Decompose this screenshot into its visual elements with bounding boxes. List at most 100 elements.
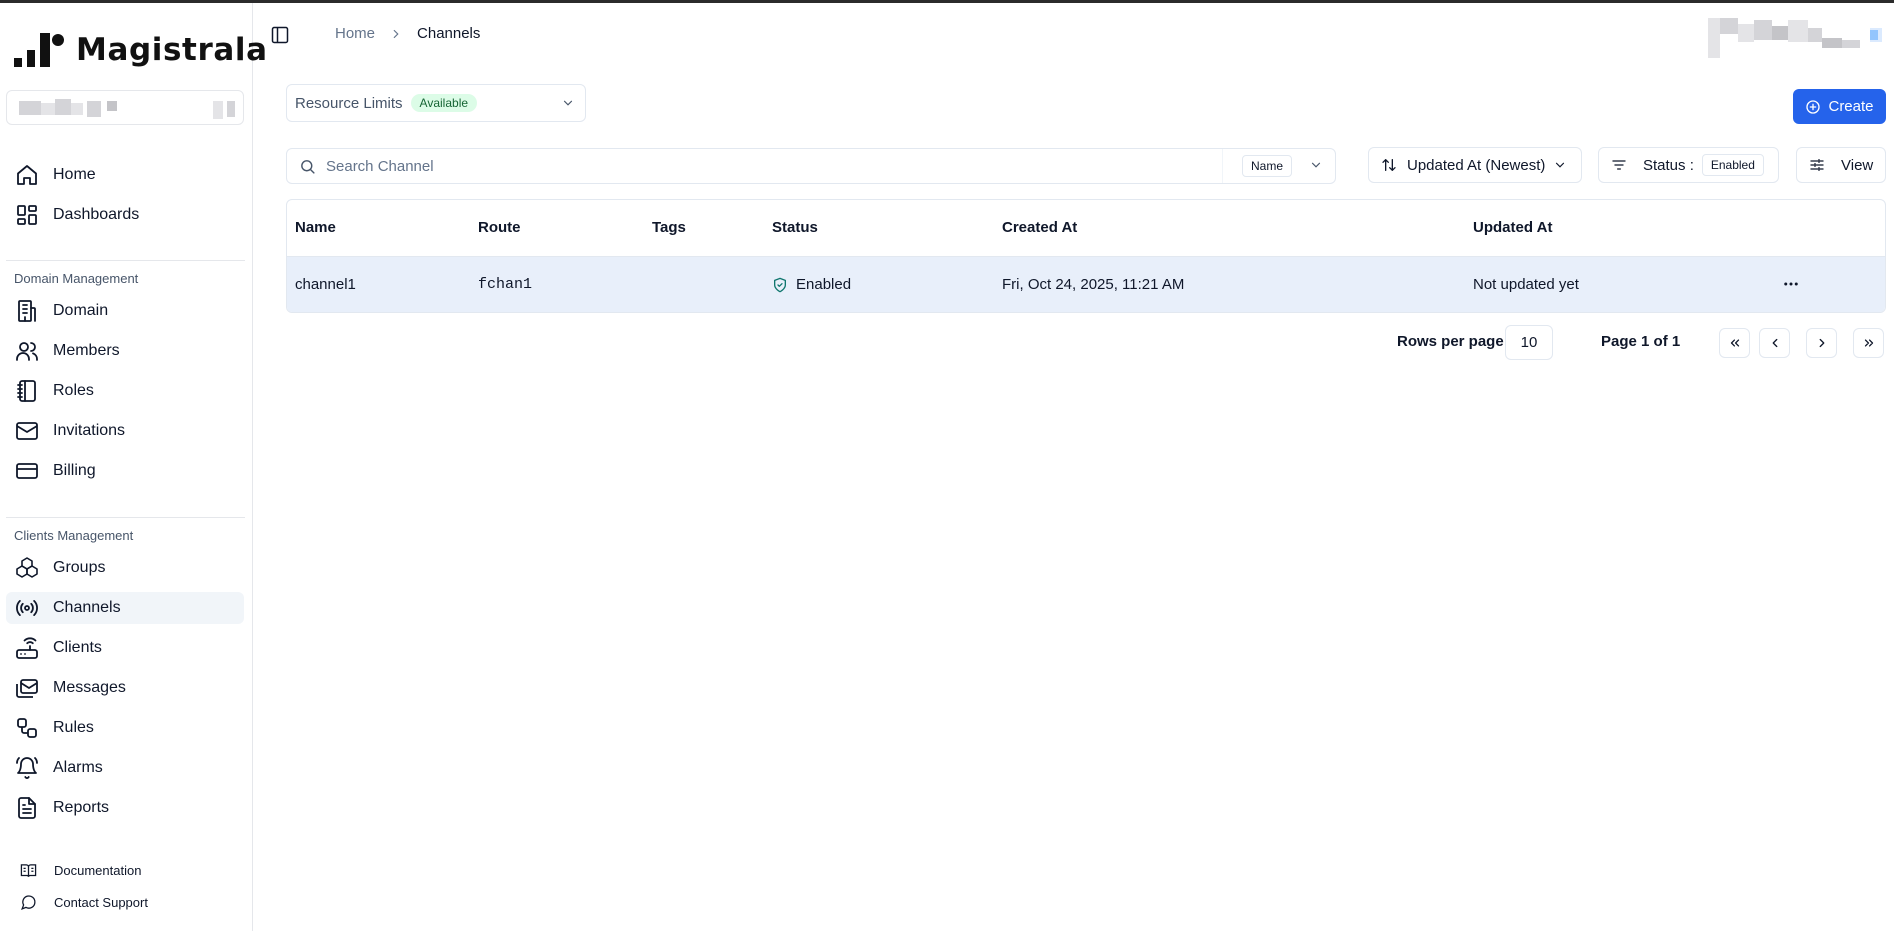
status-text: Enabled	[796, 276, 852, 293]
sidebar-item-rules[interactable]: Rules	[6, 712, 244, 744]
column-header-created-at[interactable]: Created At	[1002, 219, 1077, 236]
resource-limits-dropdown[interactable]: Resource Limits Available	[286, 84, 586, 122]
sidebar-item-invitations[interactable]: Invitations	[6, 415, 244, 447]
resource-limits-label: Resource Limits	[295, 94, 403, 112]
chevrons-right-icon	[1864, 339, 1873, 347]
last-page-button[interactable]	[1853, 328, 1884, 358]
chevron-left-icon	[1772, 338, 1777, 348]
table-header: Name Route Tags Status Created At Update…	[287, 200, 1885, 257]
user-menu[interactable]	[1708, 14, 1888, 60]
status-badge: Available	[410, 94, 478, 112]
section-label-domain: Domain Management	[14, 271, 139, 286]
column-header-tags[interactable]: Tags	[652, 219, 686, 236]
magistrala-logo-icon	[14, 33, 64, 67]
sidebar-item-billing[interactable]: Billing	[6, 455, 244, 487]
dashboards-icon	[13, 201, 41, 229]
sidebar-item-label: Domain	[53, 302, 109, 319]
search-field-selector[interactable]: Name	[1242, 155, 1293, 177]
sidebar-item-label: Members	[53, 342, 120, 359]
status-filter-value: Enabled	[1701, 154, 1764, 176]
sidebar-item-clients[interactable]: Clients	[6, 632, 244, 664]
sidebar-item-domain[interactable]: Domain	[6, 295, 244, 327]
sidebar-item-messages[interactable]: Messages	[6, 672, 244, 704]
sidebar-item-label: Roles	[53, 382, 94, 399]
section-divider	[6, 517, 245, 518]
sidebar-item-label: Clients	[53, 639, 102, 656]
column-header-route[interactable]: Route	[478, 219, 521, 236]
chevron-right-icon	[1819, 338, 1824, 348]
domain-switcher[interactable]	[6, 90, 244, 125]
app-logo[interactable]: Magistrala	[14, 30, 268, 70]
radio-icon	[13, 594, 41, 622]
sidebar-item-roles[interactable]: Roles	[6, 375, 244, 407]
column-header-status[interactable]: Status	[772, 219, 818, 236]
contact-support-label: Contact Support	[54, 895, 148, 910]
file-text-icon	[13, 794, 41, 822]
cell-updated-at: Not updated yet	[1473, 276, 1579, 293]
sort-label: Updated At (Newest)	[1407, 156, 1546, 174]
book-icon	[20, 864, 37, 877]
sidebar-item-groups[interactable]: Groups	[6, 552, 244, 584]
sidebar: Magistrala Home Dashboards Domain Manage…	[0, 3, 267, 931]
sidebar-item-label: Messages	[53, 679, 126, 696]
breadcrumb: Home Channels	[335, 25, 480, 42]
sidebar-item-alarms[interactable]: Alarms	[6, 752, 244, 784]
sidebar-item-members[interactable]: Members	[6, 335, 244, 367]
status-filter-button[interactable]: Status : Enabled	[1598, 147, 1779, 183]
credit-card-icon	[13, 457, 41, 485]
search-icon	[299, 158, 316, 175]
section-divider	[6, 260, 245, 261]
create-button[interactable]: Create	[1793, 89, 1886, 124]
section-label-clients: Clients Management	[14, 528, 134, 543]
users-icon	[13, 337, 41, 365]
message-circle-icon	[21, 895, 36, 910]
documentation-link[interactable]: Documentation	[20, 862, 141, 879]
sidebar-item-dashboards[interactable]: Dashboards	[6, 199, 244, 231]
row-actions-button[interactable]	[1782, 275, 1800, 298]
table-row[interactable]: channel1 fchan1 Enabled Fri, Oct 24, 202…	[287, 257, 1885, 312]
building-icon	[13, 297, 41, 325]
column-header-name[interactable]: Name	[295, 219, 336, 236]
contact-support-link[interactable]: Contact Support	[20, 894, 148, 911]
column-header-updated-at[interactable]: Updated At	[1473, 219, 1552, 236]
sidebar-item-label: Billing	[53, 462, 96, 479]
search-input[interactable]	[326, 157, 1206, 175]
chevron-down-icon[interactable]	[1309, 158, 1323, 177]
sidebar-item-label: Groups	[53, 559, 106, 576]
sort-dropdown[interactable]: Updated At (Newest)	[1368, 147, 1582, 183]
status-filter-label: Status :	[1643, 156, 1694, 174]
sidebar-item-home[interactable]: Home	[6, 159, 244, 191]
boxes-icon	[13, 554, 41, 582]
window-top-border	[0, 0, 1894, 3]
arrow-up-down-icon	[1381, 157, 1397, 173]
cell-route: fchan1	[478, 276, 533, 293]
next-page-button[interactable]	[1806, 328, 1837, 358]
sidebar-item-label: Home	[53, 166, 96, 183]
breadcrumb-home[interactable]: Home	[335, 25, 375, 42]
app-name: Magistrala	[76, 32, 268, 68]
rows-per-page-label: Rows per page	[1397, 333, 1504, 350]
first-page-button[interactable]	[1719, 328, 1750, 358]
home-icon	[13, 161, 41, 189]
chevron-right-icon	[389, 27, 403, 41]
sidebar-item-channels[interactable]: Channels	[6, 592, 244, 624]
chevrons-left-icon	[1730, 339, 1739, 347]
panel-left-icon	[271, 26, 289, 44]
more-horizontal-icon	[1784, 282, 1798, 286]
previous-page-button[interactable]	[1759, 328, 1790, 358]
notebook-icon	[13, 377, 41, 405]
rows-per-page-select[interactable]: 10	[1505, 325, 1553, 360]
cell-created-at: Fri, Oct 24, 2025, 11:21 AM	[1002, 276, 1185, 293]
sidebar-item-label: Alarms	[53, 759, 103, 776]
plus-circle-icon	[1806, 99, 1821, 114]
filter-icon	[1611, 157, 1627, 173]
sidebar-toggle-button[interactable]	[270, 25, 290, 45]
view-options-button[interactable]: View	[1796, 147, 1886, 183]
sidebar-item-label: Reports	[53, 799, 110, 816]
search-divider	[1222, 149, 1223, 183]
channels-table: Name Route Tags Status Created At Update…	[286, 199, 1886, 313]
sliders-icon	[1809, 157, 1825, 173]
cell-status: Enabled	[772, 276, 851, 293]
view-label: View	[1841, 156, 1874, 174]
sidebar-item-reports[interactable]: Reports	[6, 792, 244, 824]
